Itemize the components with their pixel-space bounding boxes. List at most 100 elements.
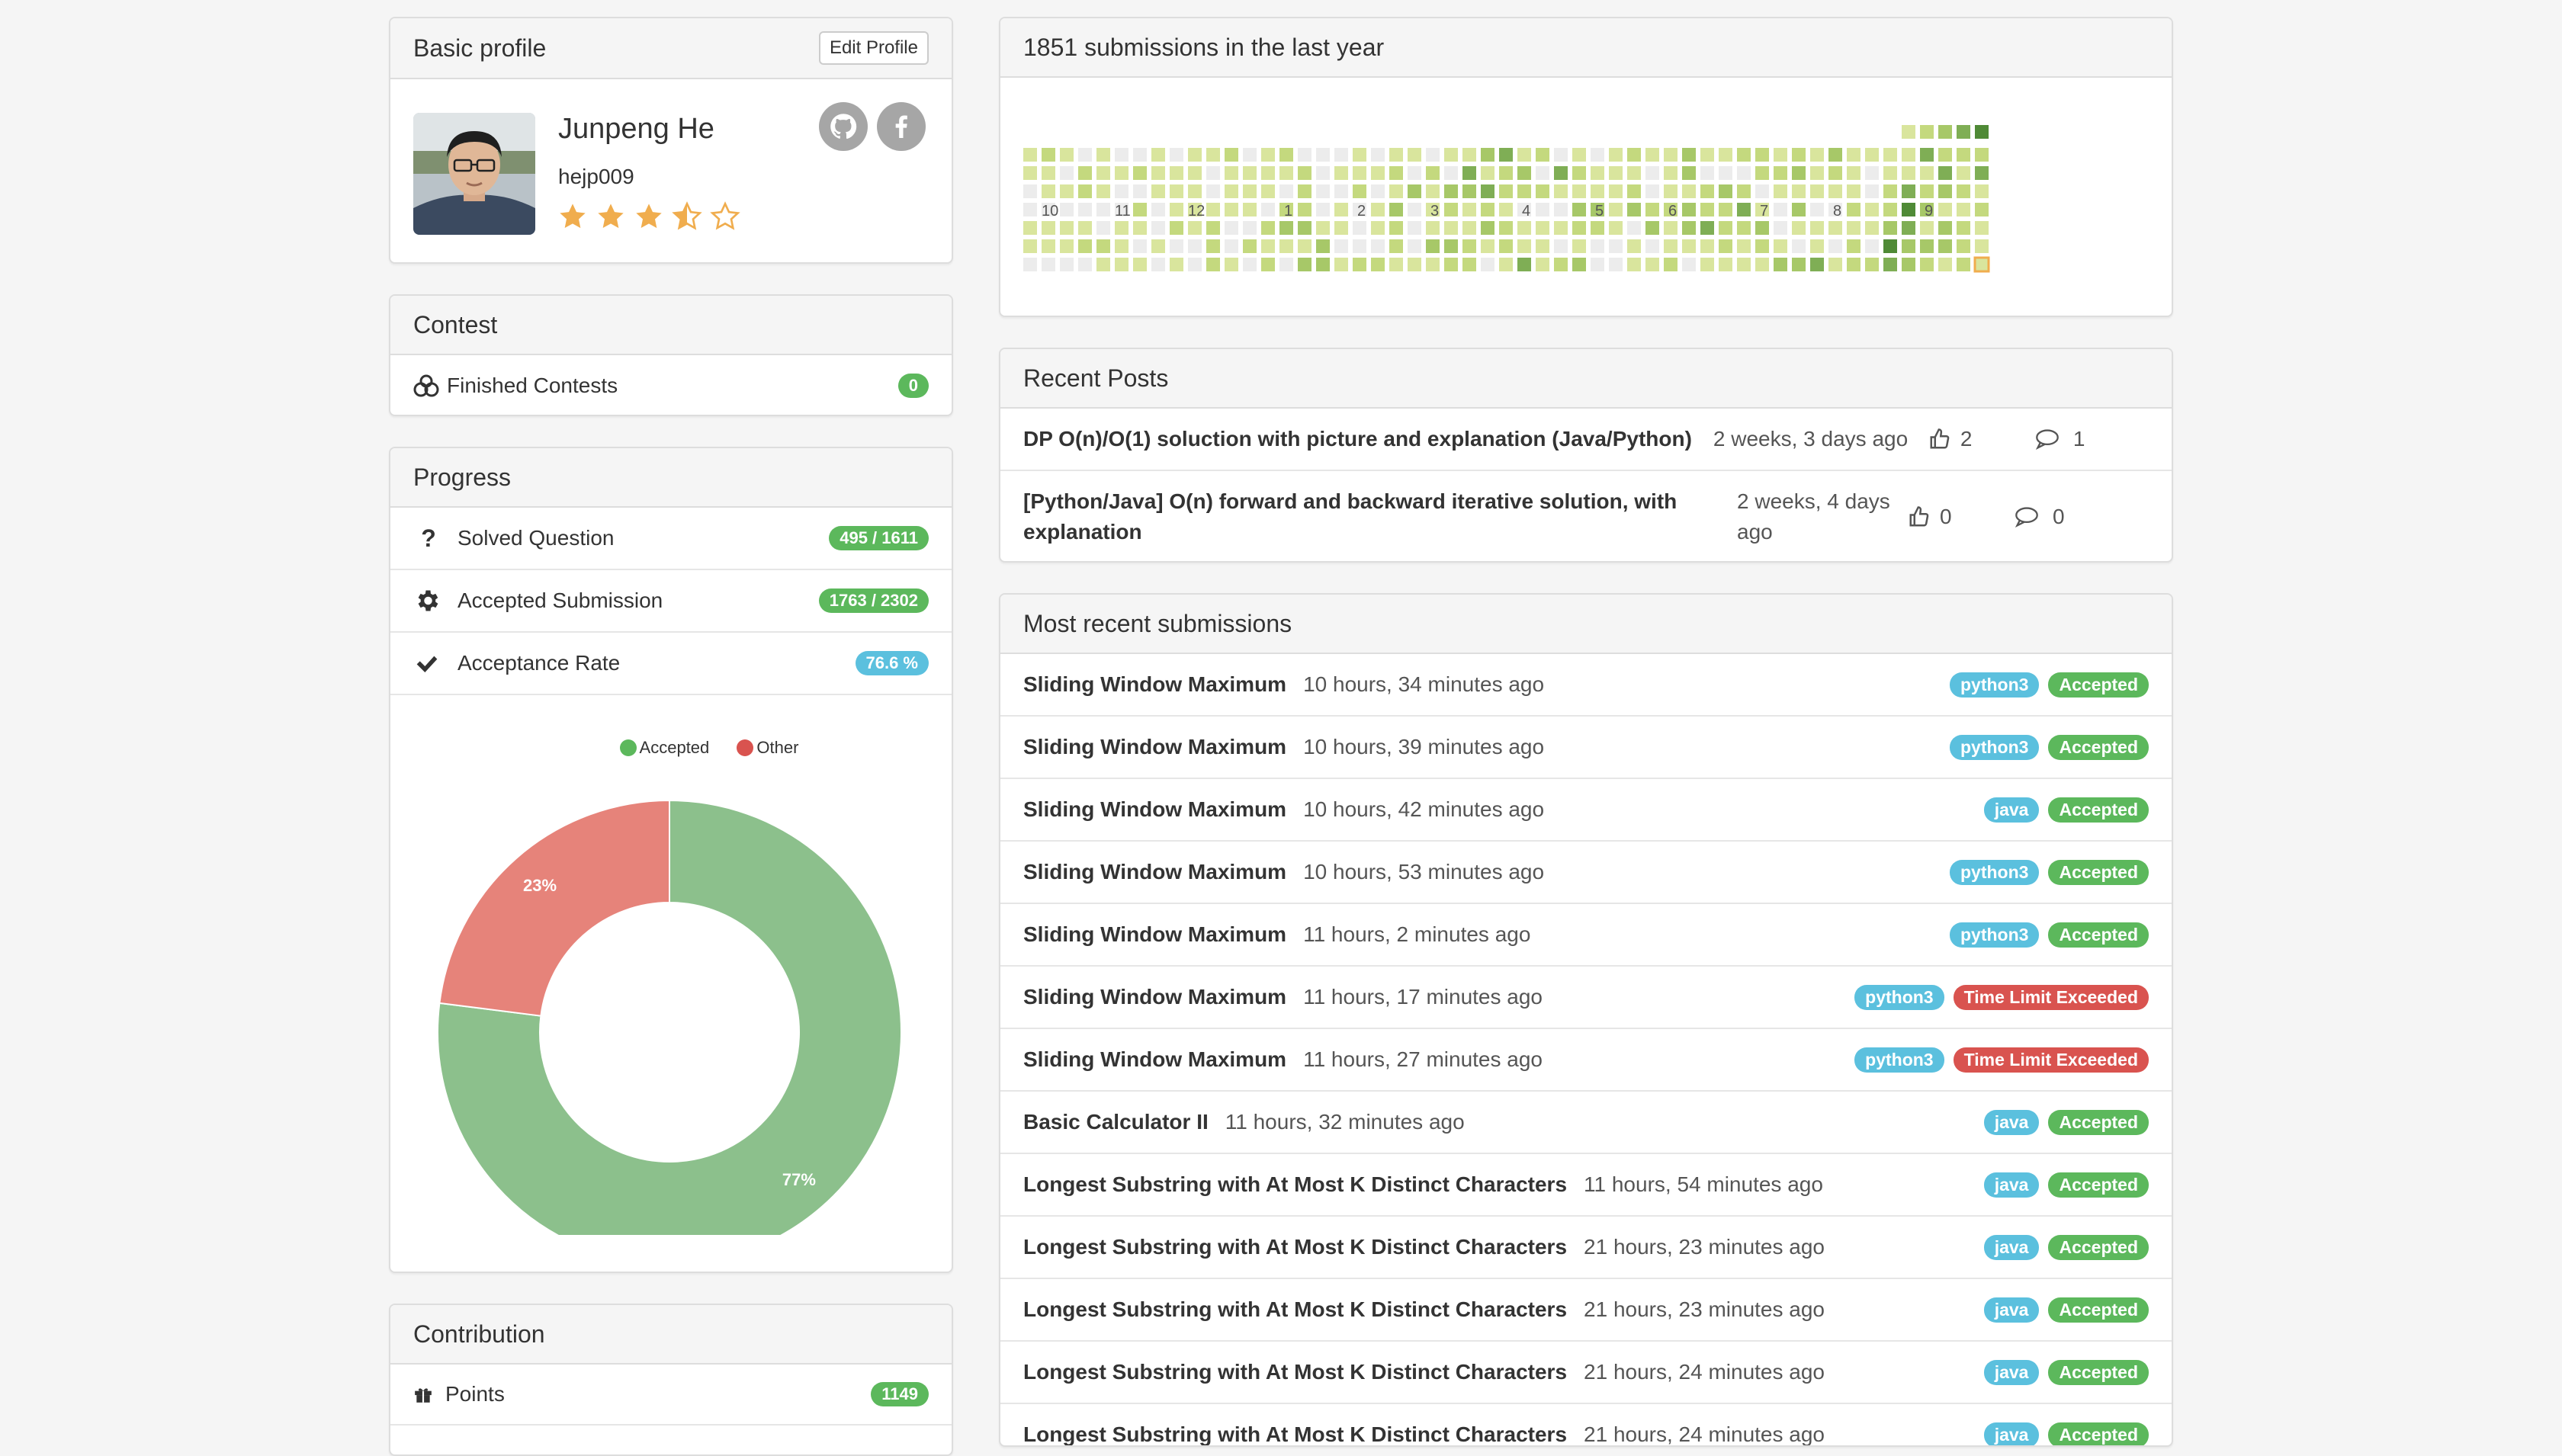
heatmap-cell[interactable] [1902, 239, 1915, 253]
post-row[interactable]: DP O(n)/O(1) soluction with picture and … [1000, 409, 2172, 471]
heatmap-cell[interactable] [1975, 239, 1989, 253]
heatmap-cell[interactable] [1975, 166, 1989, 180]
heatmap-cell[interactable] [1188, 239, 1202, 253]
heatmap-cell[interactable] [1517, 239, 1531, 253]
heatmap-cell[interactable] [1243, 221, 1257, 235]
heatmap-cell[interactable] [1243, 148, 1257, 162]
heatmap-cell[interactable] [1627, 203, 1641, 216]
heatmap-cell[interactable] [1975, 203, 1989, 216]
heatmap-cell[interactable] [1444, 166, 1458, 180]
heatmap-cell[interactable] [1572, 148, 1586, 162]
heatmap-cell[interactable] [1737, 203, 1751, 216]
heatmap-cell[interactable] [1023, 221, 1037, 235]
heatmap-cell[interactable] [1151, 221, 1165, 235]
heatmap-cell[interactable] [1408, 221, 1421, 235]
heatmap-cell[interactable] [1810, 239, 1824, 253]
finished-contests-row[interactable]: Finished Contests 0 [390, 355, 952, 415]
heatmap-cell[interactable] [1023, 258, 1037, 271]
heatmap-cell[interactable] [1462, 221, 1476, 235]
heatmap-cell[interactable] [1627, 258, 1641, 271]
heatmap-cell[interactable] [1316, 148, 1330, 162]
heatmap-cell[interactable] [1096, 184, 1110, 198]
post-comments[interactable]: 1 [2035, 427, 2085, 451]
heatmap-cell[interactable] [1902, 184, 1915, 198]
heatmap-cell[interactable] [1188, 184, 1202, 198]
heatmap-cell[interactable] [1170, 148, 1183, 162]
heatmap-cell[interactable] [1078, 221, 1092, 235]
heatmap-cell[interactable] [1774, 221, 1787, 235]
heatmap-cell[interactable] [1865, 258, 1879, 271]
submission-title[interactable]: Sliding Window Maximum [1023, 985, 1286, 1009]
heatmap-cell[interactable] [1755, 166, 1769, 180]
submission-title[interactable]: Longest Substring with At Most K Distinc… [1023, 1172, 1567, 1197]
heatmap-cell[interactable] [1462, 258, 1476, 271]
heatmap-cell[interactable] [1151, 148, 1165, 162]
heatmap-cell[interactable] [1444, 258, 1458, 271]
heatmap-cell[interactable] [1682, 203, 1696, 216]
heatmap-cell[interactable] [1316, 184, 1330, 198]
heatmap-cell[interactable] [1225, 203, 1238, 216]
heatmap-cell[interactable] [1847, 239, 1860, 253]
heatmap-cell[interactable] [1719, 166, 1732, 180]
heatmap-cell[interactable] [1792, 166, 1806, 180]
heatmap-cell[interactable] [1700, 184, 1714, 198]
heatmap-cell[interactable] [1591, 166, 1604, 180]
heatmap-cell[interactable] [1170, 184, 1183, 198]
heatmap-cell[interactable] [1957, 184, 1970, 198]
heatmap-cell[interactable] [1554, 148, 1568, 162]
submission-title[interactable]: Basic Calculator II [1023, 1110, 1209, 1134]
post-votes[interactable]: 0 [1908, 505, 2015, 529]
heatmap-cell[interactable] [1847, 221, 1860, 235]
heatmap-cell[interactable] [1865, 203, 1879, 216]
heatmap-cell[interactable] [1920, 148, 1934, 162]
heatmap-cell[interactable] [1078, 203, 1092, 216]
heatmap-cell[interactable] [1938, 221, 1952, 235]
heatmap-cell[interactable] [1938, 239, 1952, 253]
heatmap-cell[interactable] [1536, 166, 1549, 180]
solved-question-row[interactable]: ? Solved Question 495 / 1611 [390, 508, 952, 570]
heatmap-cell[interactable] [1554, 221, 1568, 235]
heatmap-cell[interactable] [1243, 203, 1257, 216]
heatmap-cell[interactable] [1700, 148, 1714, 162]
heatmap-cell[interactable] [1353, 258, 1366, 271]
heatmap-cell[interactable] [1682, 166, 1696, 180]
heatmap-cell[interactable] [1243, 166, 1257, 180]
points-row[interactable]: Points 1149 [390, 1365, 952, 1426]
heatmap-cell[interactable] [1810, 258, 1824, 271]
heatmap-cell[interactable] [1957, 221, 1970, 235]
heatmap-cell[interactable] [1865, 239, 1879, 253]
heatmap-cell[interactable] [1115, 258, 1128, 271]
heatmap-cell[interactable] [1389, 203, 1403, 216]
heatmap-cell[interactable] [1975, 148, 1989, 162]
heatmap-cell[interactable] [1700, 203, 1714, 216]
heatmap-cell[interactable] [1828, 239, 1842, 253]
submission-row[interactable]: Sliding Window Maximum 10 hours, 53 minut… [1000, 842, 2172, 904]
heatmap-cell[interactable] [1847, 258, 1860, 271]
heatmap-cell[interactable] [1243, 239, 1257, 253]
heatmap-cell[interactable] [1170, 258, 1183, 271]
heatmap-cell[interactable] [1682, 239, 1696, 253]
heatmap-cell[interactable] [1810, 203, 1824, 216]
heatmap-cell[interactable] [1682, 221, 1696, 235]
submission-row[interactable]: Sliding Window Maximum 11 hours, 17 minut… [1000, 967, 2172, 1029]
heatmap-cell[interactable] [1133, 221, 1147, 235]
heatmap-cell[interactable] [1334, 221, 1348, 235]
heatmap-cell[interactable] [1572, 221, 1586, 235]
heatmap-cell[interactable] [1206, 239, 1220, 253]
submission-row[interactable]: Longest Substring with At Most K Distinc… [1000, 1217, 2172, 1279]
heatmap-cell[interactable] [1664, 166, 1678, 180]
edit-profile-button[interactable]: Edit Profile [818, 31, 929, 65]
heatmap-cell[interactable] [1938, 166, 1952, 180]
heatmap-cell[interactable] [1371, 239, 1385, 253]
heatmap-cell[interactable] [1920, 258, 1934, 271]
heatmap-cell[interactable] [1353, 221, 1366, 235]
heatmap-cell[interactable] [1261, 203, 1275, 216]
heatmap-cell[interactable] [1755, 239, 1769, 253]
heatmap-cell[interactable] [1078, 184, 1092, 198]
heatmap-cell[interactable] [1810, 221, 1824, 235]
heatmap-cell[interactable] [1389, 221, 1403, 235]
heatmap-cell[interactable] [1316, 203, 1330, 216]
heatmap-cell[interactable] [1316, 239, 1330, 253]
heatmap-cell[interactable] [1279, 221, 1293, 235]
heatmap-cell[interactable] [1426, 184, 1440, 198]
